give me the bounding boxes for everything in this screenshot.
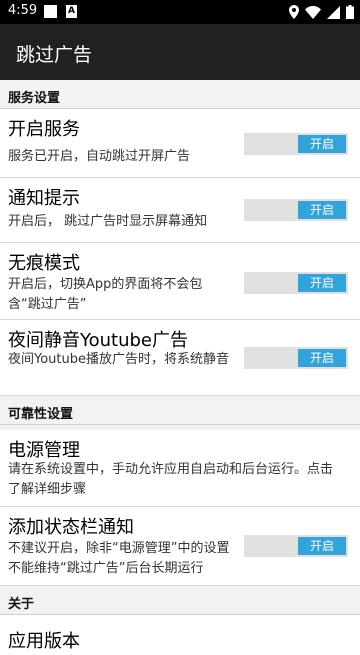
pref-title: 应用版本 — [8, 631, 80, 652]
section-label: 关于 — [8, 597, 35, 612]
pref-statusbar-notif[interactable]: 添加状态栏通知 不建议开启，除非“电源管理”中的设置不能维持“跳过广告”后台长期… — [0, 507, 360, 586]
section-header-about: 关于 — [0, 586, 360, 615]
battery-icon — [346, 5, 354, 19]
pref-summary: 请在系统设置中，手动允许应用自启动和后台运行。点击了解详细步骤 — [8, 462, 334, 497]
toggle-enable-service[interactable]: 开启 — [244, 133, 348, 155]
pref-title: 添加状态栏通知 — [8, 517, 134, 538]
toggle-traceless[interactable]: 开启 — [244, 272, 348, 294]
pref-title: 夜间静音Youtube广告 — [8, 330, 188, 351]
pref-power[interactable]: 电源管理 请在系统设置中，手动允许应用自启动和后台运行。点击了解详细步骤 — [0, 430, 360, 507]
pref-summary: 不建议开启，除非“电源管理”中的设置不能维持“跳过广告”后台长期运行 — [8, 541, 230, 576]
pref-version[interactable]: 应用版本 — [0, 615, 360, 655]
pref-summary: 夜间Youtube播放广告时，将系统静音 — [8, 352, 229, 367]
pref-summary: 开启后，切换App的界面将不会包含“跳过广告” — [8, 277, 203, 312]
signal-icon — [327, 5, 340, 19]
app-bar: 跳过广告 — [0, 24, 360, 80]
pref-title: 开启服务 — [8, 119, 80, 140]
pref-traceless[interactable]: 无痕模式 开启后，切换App的界面将不会包含“跳过广告” 开启 — [0, 243, 360, 320]
pref-summary: 开启后， 跳过广告时显示屏幕通知 — [8, 214, 208, 229]
wifi-icon — [305, 5, 321, 19]
toggle-knob: 开启 — [298, 537, 346, 555]
notification-icon — [44, 5, 57, 18]
status-time: 4:59 — [8, 3, 38, 18]
toggle-notify[interactable]: 开启 — [244, 199, 348, 221]
pref-summary: 服务已开启，自动跳过开屏广告 — [8, 149, 191, 164]
toggle-knob: 开启 — [298, 135, 346, 153]
settings-list: 服务设置 开启服务 服务已开启，自动跳过开屏广告 开启 通知提示 开启后， 跳过… — [0, 80, 360, 655]
toggle-statusbar-notif[interactable]: 开启 — [244, 535, 348, 557]
section-header-service: 服务设置 — [0, 80, 360, 109]
pref-title: 电源管理 — [8, 440, 80, 461]
section-label: 服务设置 — [8, 91, 61, 106]
toggle-knob: 开启 — [298, 201, 346, 219]
status-bar: 4:59 A — [0, 0, 360, 24]
pref-title: 通知提示 — [8, 188, 80, 209]
section-label: 可靠性设置 — [8, 407, 74, 422]
toggle-youtube-mute[interactable]: 开启 — [244, 347, 348, 369]
section-header-reliability: 可靠性设置 — [0, 396, 360, 425]
pref-notify[interactable]: 通知提示 开启后， 跳过广告时显示屏幕通知 开启 — [0, 178, 360, 243]
pref-youtube-mute[interactable]: 夜间静音Youtube广告 夜间Youtube播放广告时，将系统静音 开启 — [0, 320, 360, 396]
location-icon — [289, 5, 299, 19]
toggle-knob: 开启 — [298, 349, 346, 367]
pref-enable-service[interactable]: 开启服务 服务已开启，自动跳过开屏广告 开启 — [0, 109, 360, 178]
pref-title: 无痕模式 — [8, 253, 80, 274]
notification-letter-icon: A — [66, 5, 77, 18]
toggle-knob: 开启 — [298, 274, 346, 292]
app-title: 跳过广告 — [16, 44, 93, 66]
